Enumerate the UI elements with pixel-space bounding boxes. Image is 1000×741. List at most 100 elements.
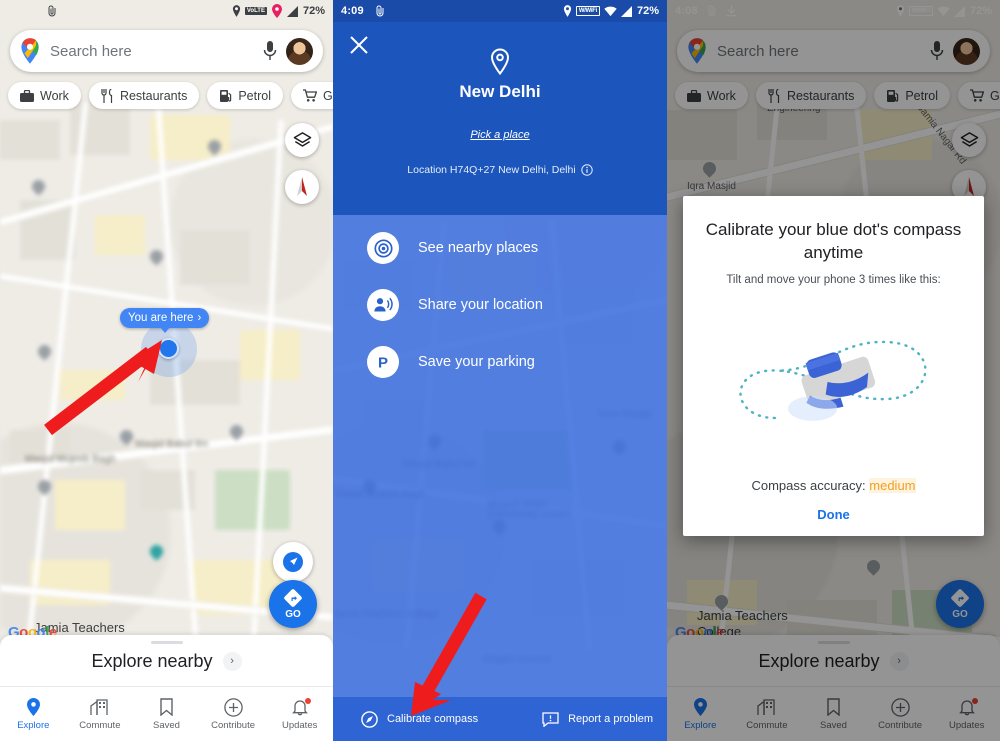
chip-petrol[interactable]: Petrol: [207, 82, 283, 109]
explore-nearby-sheet[interactable]: Explore nearby ›: [0, 635, 333, 687]
signal-icon: [286, 5, 298, 17]
my-location-button[interactable]: [273, 542, 313, 582]
battery-percent: 72%: [302, 5, 325, 17]
action-label: See nearby places: [418, 240, 539, 256]
figure-eight-phone-tilt-animation: [701, 292, 966, 472]
category-chips-left: Work Restaurants Petrol G: [8, 82, 333, 109]
updates-badge: [304, 697, 311, 704]
sheet-grabber[interactable]: [150, 641, 183, 644]
report-problem-button[interactable]: Report a problem: [542, 711, 654, 727]
location-plus-code: Location H74Q+27 New Delhi, Delhi: [333, 164, 667, 176]
avatar[interactable]: [286, 37, 313, 65]
chip-label: Work: [40, 88, 69, 103]
pick-a-place-label: Pick a place: [470, 129, 530, 141]
svg-text:P: P: [378, 355, 388, 372]
dialog-subtitle: Tilt and move your phone 3 times like th…: [726, 274, 941, 286]
location-pin-icon: [490, 48, 510, 76]
my-location-icon: [283, 552, 303, 572]
wifi-calling-badge: W/WiFi: [575, 6, 600, 16]
status-bar-middle: 4:09 W/WiFi 72%: [333, 0, 667, 22]
nav-updates[interactable]: Updates: [266, 687, 333, 741]
chevron-right-icon[interactable]: ›: [222, 651, 242, 671]
calibrate-compass-dialog: Calibrate your blue dot's compass anytim…: [683, 196, 984, 536]
chip-restaurants[interactable]: Restaurants: [88, 82, 200, 109]
action-save-your-parking[interactable]: P Save your parking: [367, 346, 647, 378]
calibrate-compass-button[interactable]: Calibrate compass: [361, 710, 479, 728]
status-time: 4:09: [341, 5, 364, 17]
commute-icon: [90, 698, 109, 717]
pink-pin-icon: [271, 4, 282, 18]
accuracy-value: medium: [869, 478, 916, 493]
nav-contribute[interactable]: Contribute: [200, 687, 267, 741]
pick-a-place-link[interactable]: Pick a place: [333, 125, 667, 143]
sheet-title: Explore nearby: [91, 650, 213, 671]
volte-badge: VoLTE: [244, 7, 267, 15]
phone-screen-middle: Masjid Babul Ilm Masjid Mujeeb Bagh Muje…: [333, 0, 667, 741]
search-input[interactable]: Search here: [50, 43, 262, 60]
location-status-icon: [563, 5, 571, 17]
accuracy-label: Compass accuracy:: [751, 478, 866, 493]
google-maps-logo-icon: [21, 38, 39, 64]
you-are-here-callout[interactable]: You are here ›: [120, 308, 210, 333]
phone-screen-right: Iqra Masjid Engineering Jamia Nagar Rd J…: [667, 0, 1000, 741]
nav-label: Saved: [153, 719, 180, 731]
chip-label: Groceries: [323, 88, 333, 103]
cart-icon: [303, 89, 317, 102]
layers-button[interactable]: [285, 123, 319, 157]
action-share-your-location[interactable]: Share your location: [367, 289, 647, 321]
layers-icon: [293, 131, 311, 147]
blue-dot-location-marker: [140, 320, 197, 377]
go-label: GO: [285, 609, 301, 620]
compass-button[interactable]: [285, 170, 319, 204]
compass-needle-icon: [297, 177, 307, 196]
nav-explore[interactable]: Explore: [0, 687, 67, 741]
search-container-left: Search here: [10, 30, 323, 72]
navigation-diamond-icon: [284, 589, 302, 607]
restaurant-icon: [101, 88, 113, 103]
chevron-right-icon: ›: [197, 312, 202, 324]
three-phone-screenshots: Masjid Babul Ilm Masjid Mujeeb Bagh Jami…: [0, 0, 1000, 741]
location-sheet-header: [333, 0, 667, 215]
plus-code-label: Location H74Q+27 New Delhi, Delhi: [407, 164, 576, 176]
map-label: Masjid Babul Ilm: [135, 439, 209, 450]
nav-label: Explore: [17, 719, 50, 731]
info-icon[interactable]: [580, 164, 593, 176]
action-see-nearby-places[interactable]: See nearby places: [367, 232, 647, 264]
mic-icon[interactable]: [262, 40, 278, 62]
go-button[interactable]: GO: [269, 580, 317, 628]
compass-icon: [361, 710, 378, 728]
chip-groceries[interactable]: Groceries: [291, 82, 333, 109]
location-actions: See nearby places Share your location P: [367, 232, 647, 378]
plus-circle-icon: [223, 697, 243, 717]
fuel-icon: [220, 89, 232, 102]
action-label: Save your parking: [418, 354, 535, 370]
search-bar[interactable]: Search here: [10, 30, 323, 72]
phone-screen-left: Masjid Babul Ilm Masjid Mujeeb Bagh Jami…: [0, 0, 333, 741]
action-label: Share your location: [418, 297, 543, 313]
map-label: Masjid Mujeeb Bagh: [25, 454, 116, 465]
compass-accuracy-row: Compass accuracy: medium: [701, 478, 966, 493]
bell-icon: [291, 697, 311, 717]
nav-label: Contribute: [211, 719, 255, 731]
signal-icon: [620, 5, 632, 17]
bookmark-icon: [160, 698, 173, 717]
dialog-title: Calibrate your blue dot's compass anytim…: [705, 220, 962, 262]
location-title: New Delhi: [459, 82, 541, 101]
nav-saved[interactable]: Saved: [133, 687, 200, 741]
location-pin-header: [333, 48, 667, 76]
status-bar-left: VoLTE 72%: [0, 0, 333, 22]
chip-label: Restaurants: [119, 88, 188, 103]
battery-percent: 72%: [636, 5, 659, 17]
chip-work[interactable]: Work: [8, 82, 81, 109]
nav-commute[interactable]: Commute: [67, 687, 134, 741]
attachment-icon: [48, 5, 56, 17]
bottom-label: Calibrate compass: [387, 713, 479, 725]
location-pin-icon: [26, 698, 40, 717]
nav-label: Updates: [281, 719, 318, 731]
share-location-icon: [367, 289, 399, 321]
parking-icon: P: [367, 346, 399, 378]
location-status-icon: [232, 5, 240, 17]
chip-label: Petrol: [238, 88, 271, 103]
bottom-label: Report a problem: [568, 713, 654, 725]
dialog-done-button[interactable]: Done: [701, 507, 966, 522]
